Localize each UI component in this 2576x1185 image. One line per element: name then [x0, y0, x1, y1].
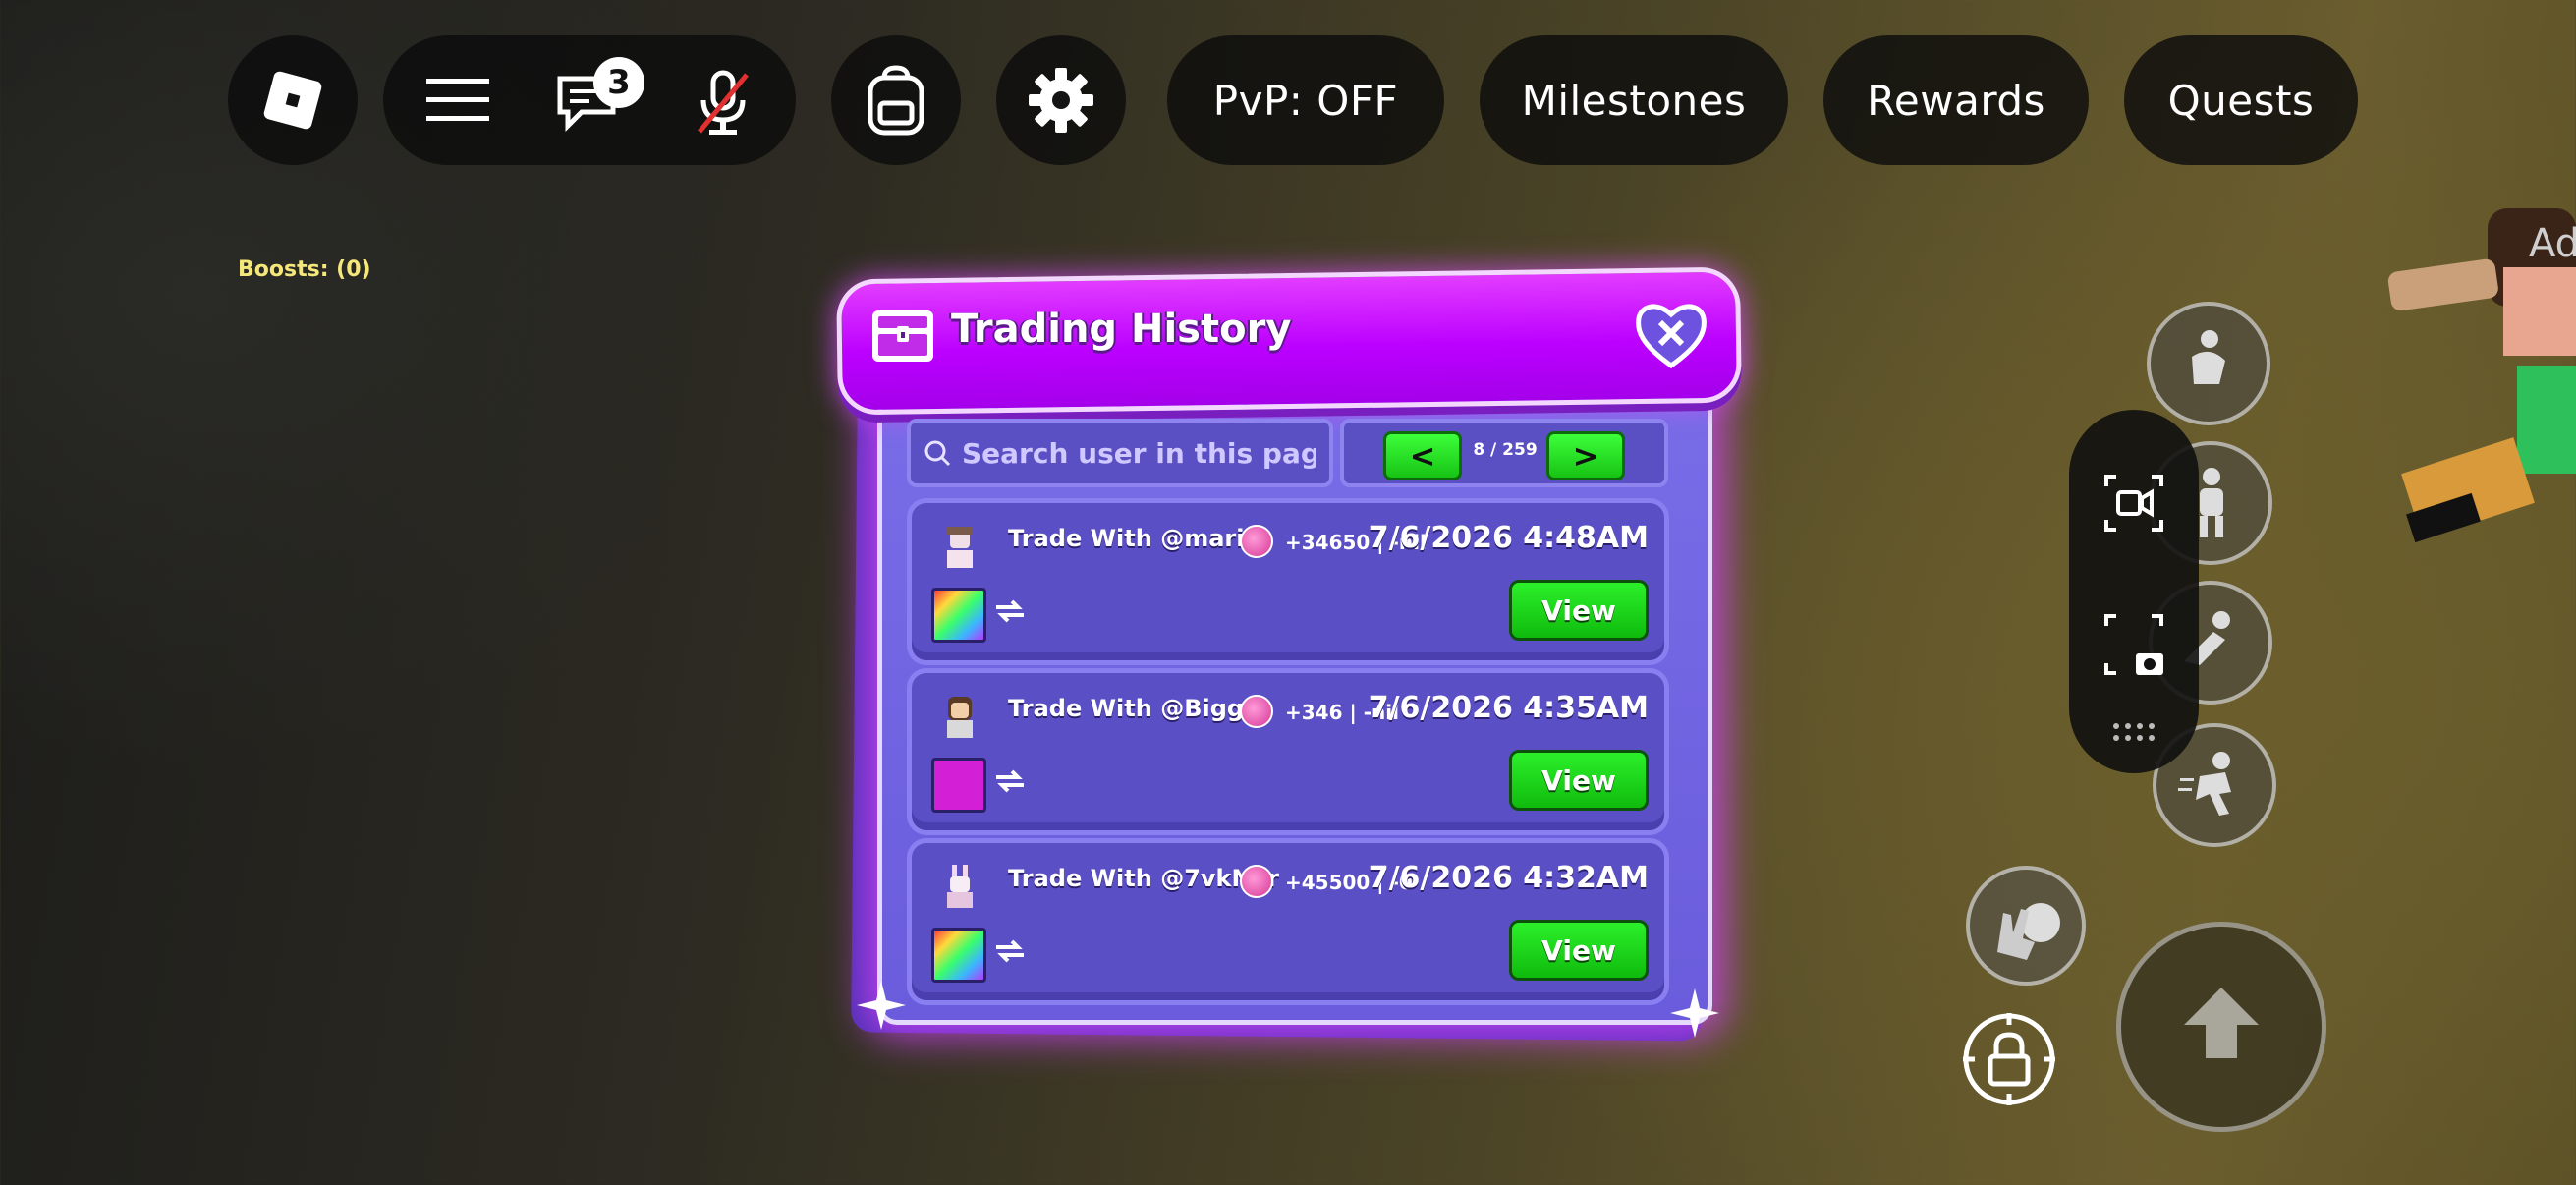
prev-page-button[interactable]: < — [1383, 431, 1462, 480]
page-indicator: 8 / 259 — [1473, 440, 1538, 460]
backpack-icon — [868, 65, 924, 136]
gear-icon — [1029, 68, 1093, 133]
backpack-button[interactable] — [831, 35, 961, 165]
search-icon — [924, 440, 951, 467]
trade-date: 7/6/2026 4:48AM — [1368, 521, 1649, 555]
swap-arrows-icon — [996, 599, 1024, 623]
jump-button[interactable] — [2116, 922, 2326, 1132]
close-heart-icon — [1636, 304, 1707, 369]
microphone-button[interactable] — [692, 69, 755, 141]
hamburger-icon — [426, 79, 489, 121]
user-avatar-icon — [947, 865, 973, 908]
capture-toolbar — [2069, 410, 2199, 773]
wave-hand-icon — [1997, 903, 2060, 960]
trade-with-label: Trade With @Biggy — [1008, 695, 1260, 722]
chat-notification-badge: 3 — [593, 57, 644, 108]
milestones-button[interactable]: Milestones — [1480, 35, 1788, 165]
search-box[interactable] — [907, 419, 1333, 487]
rewards-button[interactable]: Rewards — [1823, 35, 2089, 165]
item-thumbnail — [931, 588, 986, 643]
emote-button[interactable] — [1966, 866, 2086, 986]
next-page-button[interactable]: > — [1546, 431, 1625, 480]
microphone-muted-icon — [698, 70, 749, 135]
swap-arrows-icon — [996, 769, 1024, 793]
item-thumbnail — [931, 928, 986, 983]
hamburger-menu-button[interactable] — [426, 71, 489, 134]
screen-record-icon[interactable] — [2102, 473, 2165, 534]
trade-with-label: Trade With @mari — [1008, 525, 1245, 552]
boosts-label: Boosts: (0) — [238, 257, 371, 282]
swap-arrows-icon — [996, 939, 1024, 963]
view-button[interactable]: View — [1509, 920, 1649, 981]
roblox-menu-button[interactable] — [228, 35, 358, 165]
view-button[interactable]: View — [1509, 580, 1649, 641]
roblox-logo-icon — [263, 71, 322, 130]
trade-date: 7/6/2026 4:35AM — [1368, 691, 1649, 725]
shift-lock-button[interactable] — [1959, 1009, 2059, 1109]
trade-row: Trade With @Biggy +346 | -nil 7/6/2026 4… — [907, 668, 1669, 835]
close-button[interactable] — [1635, 301, 1708, 369]
pvp-toggle-button[interactable]: PvP: OFF — [1167, 35, 1444, 165]
chest-icon — [872, 310, 933, 362]
trade-row: Trade With @mari +34650 | -nil 7/6/2026 … — [907, 498, 1669, 665]
trading-history-title: Trading History — [951, 307, 1292, 352]
item-thumbnail — [931, 758, 986, 813]
trade-date: 7/6/2026 4:32AM — [1368, 861, 1649, 895]
pvp-label: PvP: OFF — [1212, 76, 1399, 125]
settings-button[interactable] — [996, 35, 1126, 165]
trade-with-label: Trade With @7vkNor — [1008, 865, 1279, 892]
crouch-action-button[interactable] — [2147, 302, 2270, 425]
drag-handle-icon[interactable] — [2112, 722, 2156, 742]
gem-icon — [1240, 865, 1273, 898]
gem-icon — [1240, 695, 1273, 728]
up-arrow-icon — [2184, 988, 2259, 1058]
search-input[interactable] — [960, 435, 1317, 471]
player-name-label: Ad — [2529, 221, 2576, 266]
user-avatar-icon — [947, 527, 973, 568]
lock-icon — [1963, 1013, 2055, 1105]
quests-label: Quests — [2167, 76, 2315, 125]
sprint-icon — [2178, 752, 2231, 816]
quests-button[interactable]: Quests — [2124, 35, 2358, 165]
trade-row: Trade With @7vkNor +45500 | -0 7/6/2026 … — [907, 838, 1669, 1005]
milestones-label: Milestones — [1521, 76, 1747, 125]
sparkle-icon — [857, 981, 906, 1030]
topbar-group — [383, 35, 796, 165]
pager: < 8 / 259 > — [1340, 419, 1668, 487]
rewards-label: Rewards — [1867, 76, 2045, 125]
crouch-icon — [2192, 330, 2225, 384]
gem-icon — [1240, 525, 1273, 558]
user-avatar-icon — [947, 697, 973, 738]
sparkle-icon — [1670, 988, 1719, 1038]
screenshot-icon[interactable] — [2102, 612, 2165, 677]
view-button[interactable]: View — [1509, 750, 1649, 811]
